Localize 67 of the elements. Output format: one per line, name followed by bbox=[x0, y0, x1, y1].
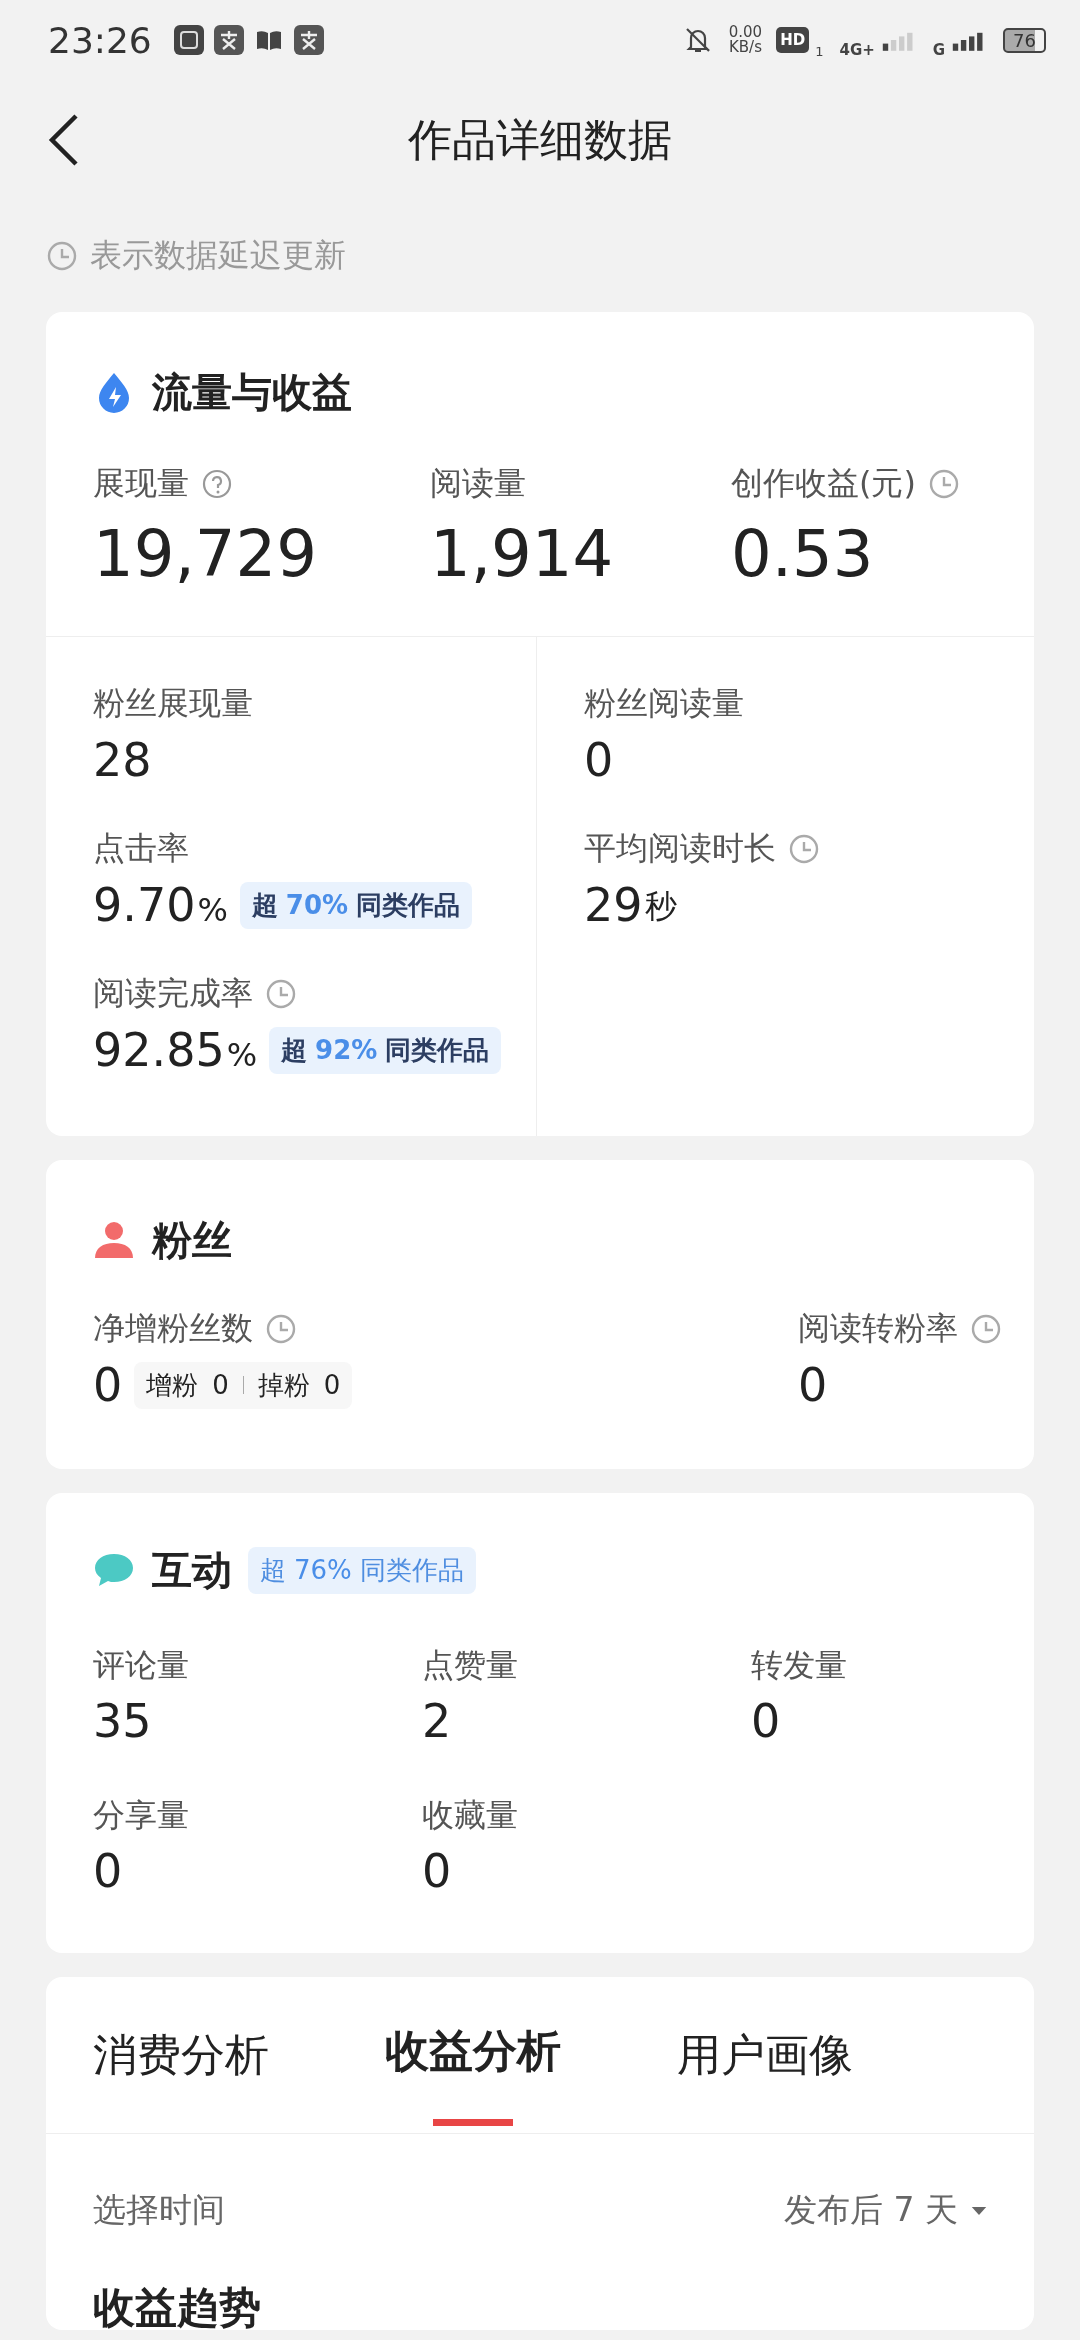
metric-value: 35 bbox=[93, 1694, 152, 1748]
metric-label: 点击率 bbox=[93, 828, 189, 869]
app-icon bbox=[173, 25, 204, 55]
metric-label: 展现量 bbox=[93, 463, 189, 504]
metric-unit: % bbox=[197, 891, 228, 929]
metric-value: 0.53 bbox=[731, 516, 875, 593]
section-title: 互动 bbox=[152, 1545, 232, 1595]
delay-note: 表示数据延迟更新 bbox=[90, 235, 346, 276]
clock-icon bbox=[788, 833, 820, 865]
metric-label: 点赞量 bbox=[422, 1645, 519, 1686]
network-type: 4G+ bbox=[839, 41, 875, 59]
metric-value: 0 bbox=[93, 1844, 123, 1898]
metric-label: 阅读转粉率 bbox=[798, 1308, 958, 1349]
metric-value: 28 bbox=[93, 733, 152, 787]
metric-value: 2 bbox=[422, 1694, 452, 1748]
network-type: G bbox=[932, 41, 946, 59]
analysis-tab[interactable]: 用户画像 bbox=[677, 1977, 853, 2133]
clock-icon bbox=[970, 1313, 1002, 1345]
clock-icon bbox=[927, 468, 960, 500]
metric-value: 0 bbox=[584, 733, 614, 787]
app-icon bbox=[293, 25, 324, 55]
metric-value: 0 bbox=[422, 1844, 452, 1898]
metric-label: 转发量 bbox=[751, 1645, 848, 1686]
metric-unit: 秒 bbox=[644, 886, 677, 927]
app-icon bbox=[213, 25, 244, 55]
page-title: 作品详细数据 bbox=[408, 112, 672, 167]
metric-value: 29 bbox=[584, 878, 643, 932]
hd-badge: HD bbox=[776, 27, 810, 53]
metric-value: 92.85 bbox=[93, 1023, 225, 1077]
ranking-badge: 超 76% 同类作品 bbox=[248, 1546, 476, 1594]
clock-icon bbox=[265, 978, 297, 1010]
metric-label: 阅读完成率 bbox=[93, 973, 253, 1014]
metric-label: 评论量 bbox=[93, 1645, 190, 1686]
caret-icon bbox=[970, 2204, 988, 2216]
clock-icon bbox=[46, 240, 78, 272]
metric-unit: % bbox=[226, 1036, 258, 1074]
metric-label: 平均阅读时长 bbox=[584, 828, 776, 869]
metric-label: 粉丝展现量 bbox=[93, 683, 253, 724]
status-time: 23:26 bbox=[48, 19, 152, 61]
analysis-tab[interactable]: 消费分析 bbox=[93, 1977, 269, 2133]
section-title: 流量与收益 bbox=[152, 367, 352, 417]
metric-label: 净增粉丝数 bbox=[93, 1308, 253, 1349]
metric-label: 阅读量 bbox=[430, 463, 526, 504]
sim-number: 1 bbox=[815, 44, 824, 59]
speed-value: 0.00 bbox=[728, 25, 763, 40]
clock-icon bbox=[265, 1313, 297, 1345]
help-icon[interactable] bbox=[201, 468, 233, 500]
metric-label: 粉丝阅读量 bbox=[584, 683, 744, 724]
metric-value: 19,729 bbox=[93, 516, 318, 593]
metric-value: 0 bbox=[798, 1358, 828, 1412]
back-icon[interactable] bbox=[46, 112, 80, 168]
ranking-badge: 超 70% 同类作品 bbox=[239, 881, 473, 929]
metric-value: 0 bbox=[93, 1358, 123, 1412]
fans-change-chip: 增粉 0 掉粉 0 bbox=[134, 1361, 353, 1409]
metric-value: 0 bbox=[751, 1694, 781, 1748]
trend-title: 收益趋势 bbox=[92, 2286, 262, 2330]
speed-unit: KB/s bbox=[728, 40, 762, 55]
time-label: 选择时间 bbox=[93, 2188, 225, 2231]
metric-value: 1,914 bbox=[430, 516, 615, 593]
metric-label: 分享量 bbox=[93, 1795, 190, 1836]
metric-label: 创作收益(元) bbox=[731, 463, 916, 504]
section-title: 粉丝 bbox=[152, 1215, 232, 1265]
ranking-badge: 超 92% 同类作品 bbox=[269, 1026, 502, 1074]
metric-label: 收藏量 bbox=[422, 1795, 519, 1836]
battery-indicator: 76 bbox=[1003, 27, 1046, 53]
time-dropdown[interactable]: 发布后 7 天 bbox=[784, 2187, 988, 2233]
metric-value: 9.70 bbox=[93, 878, 196, 932]
